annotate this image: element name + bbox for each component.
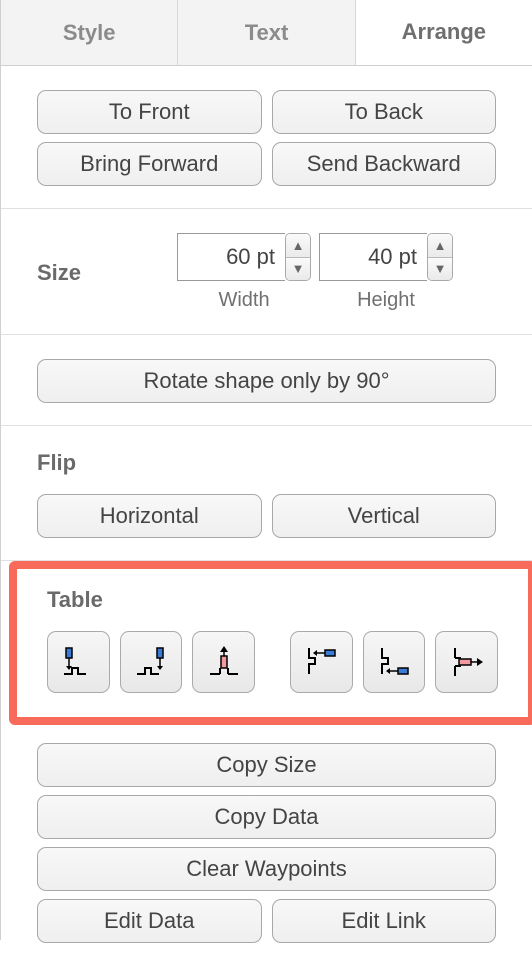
height-input[interactable]: [319, 233, 427, 281]
width-step-down[interactable]: ▼: [286, 257, 310, 281]
clear-waypoints-button[interactable]: Clear Waypoints: [37, 847, 496, 891]
height-field-group: ▲ ▼: [319, 233, 453, 281]
tab-arrange[interactable]: Arrange: [356, 0, 532, 65]
size-title: Size: [37, 260, 157, 286]
flip-vertical-button[interactable]: Vertical: [272, 494, 497, 538]
copy-data-button[interactable]: Copy Data: [37, 795, 496, 839]
button-label: Copy Size: [216, 752, 316, 778]
delete-column-icon: [206, 644, 242, 680]
flip-horizontal-button[interactable]: Horizontal: [37, 494, 262, 538]
delete-row-button[interactable]: [435, 631, 498, 693]
button-label: Vertical: [348, 503, 420, 529]
size-section: Size ▲ ▼ Width: [1, 209, 532, 335]
width-step-up[interactable]: ▲: [286, 234, 310, 257]
button-label: Clear Waypoints: [186, 856, 347, 882]
button-label: Copy Data: [215, 804, 319, 830]
height-stepper: ▲ ▼: [427, 233, 453, 281]
button-label: Edit Link: [342, 908, 426, 934]
width-input[interactable]: [177, 233, 285, 281]
button-label: Horizontal: [100, 503, 199, 529]
flip-section: Flip Horizontal Vertical: [1, 426, 532, 561]
delete-column-button[interactable]: [192, 631, 255, 693]
insert-column-left-icon: [60, 644, 96, 680]
insert-column-right-icon: [133, 644, 169, 680]
button-label: Edit Data: [104, 908, 195, 934]
actions-section: Copy Size Copy Data Clear Waypoints Edit…: [1, 725, 532, 965]
width-label: Width: [218, 289, 269, 312]
edit-link-button[interactable]: Edit Link: [272, 899, 497, 943]
tab-label: Text: [245, 20, 289, 46]
table-section-highlight: Table: [9, 561, 532, 725]
rotate-90-button[interactable]: Rotate shape only by 90°: [37, 359, 496, 403]
tabs: Style Text Arrange: [1, 0, 532, 66]
button-label: To Back: [345, 99, 423, 125]
button-label: Rotate shape only by 90°: [143, 368, 389, 394]
button-label: To Front: [109, 99, 190, 125]
button-label: Send Backward: [307, 151, 461, 177]
height-step-down[interactable]: ▼: [428, 257, 452, 281]
spacer: [265, 631, 280, 693]
width-field-group: ▲ ▼: [177, 233, 311, 281]
height-label: Height: [357, 289, 415, 312]
width-stepper: ▲ ▼: [285, 233, 311, 281]
chevron-up-icon: ▲: [434, 239, 447, 252]
insert-row-above-button[interactable]: [290, 631, 353, 693]
insert-column-left-button[interactable]: [47, 631, 110, 693]
delete-row-icon: [449, 644, 485, 680]
chevron-up-icon: ▲: [292, 239, 305, 252]
arrange-panel: Style Text Arrange To Front To Back Brin…: [0, 0, 532, 940]
to-front-button[interactable]: To Front: [37, 90, 262, 134]
zorder-section: To Front To Back Bring Forward Send Back…: [1, 66, 532, 209]
tab-text[interactable]: Text: [178, 0, 355, 65]
rotate-section: Rotate shape only by 90°: [1, 335, 532, 426]
button-label: Bring Forward: [80, 151, 218, 177]
tab-label: Arrange: [402, 19, 486, 45]
edit-data-button[interactable]: Edit Data: [37, 899, 262, 943]
copy-size-button[interactable]: Copy Size: [37, 743, 496, 787]
flip-title: Flip: [37, 450, 496, 476]
send-backward-button[interactable]: Send Backward: [272, 142, 497, 186]
insert-row-below-button[interactable]: [363, 631, 426, 693]
chevron-down-icon: ▼: [434, 262, 447, 275]
insert-row-above-icon: [303, 644, 339, 680]
table-title: Table: [47, 587, 498, 613]
chevron-down-icon: ▼: [292, 262, 305, 275]
tab-style[interactable]: Style: [1, 0, 178, 65]
tab-label: Style: [63, 20, 116, 46]
height-step-up[interactable]: ▲: [428, 234, 452, 257]
insert-row-below-icon: [376, 644, 412, 680]
insert-column-right-button[interactable]: [120, 631, 183, 693]
bring-forward-button[interactable]: Bring Forward: [37, 142, 262, 186]
to-back-button[interactable]: To Back: [272, 90, 497, 134]
